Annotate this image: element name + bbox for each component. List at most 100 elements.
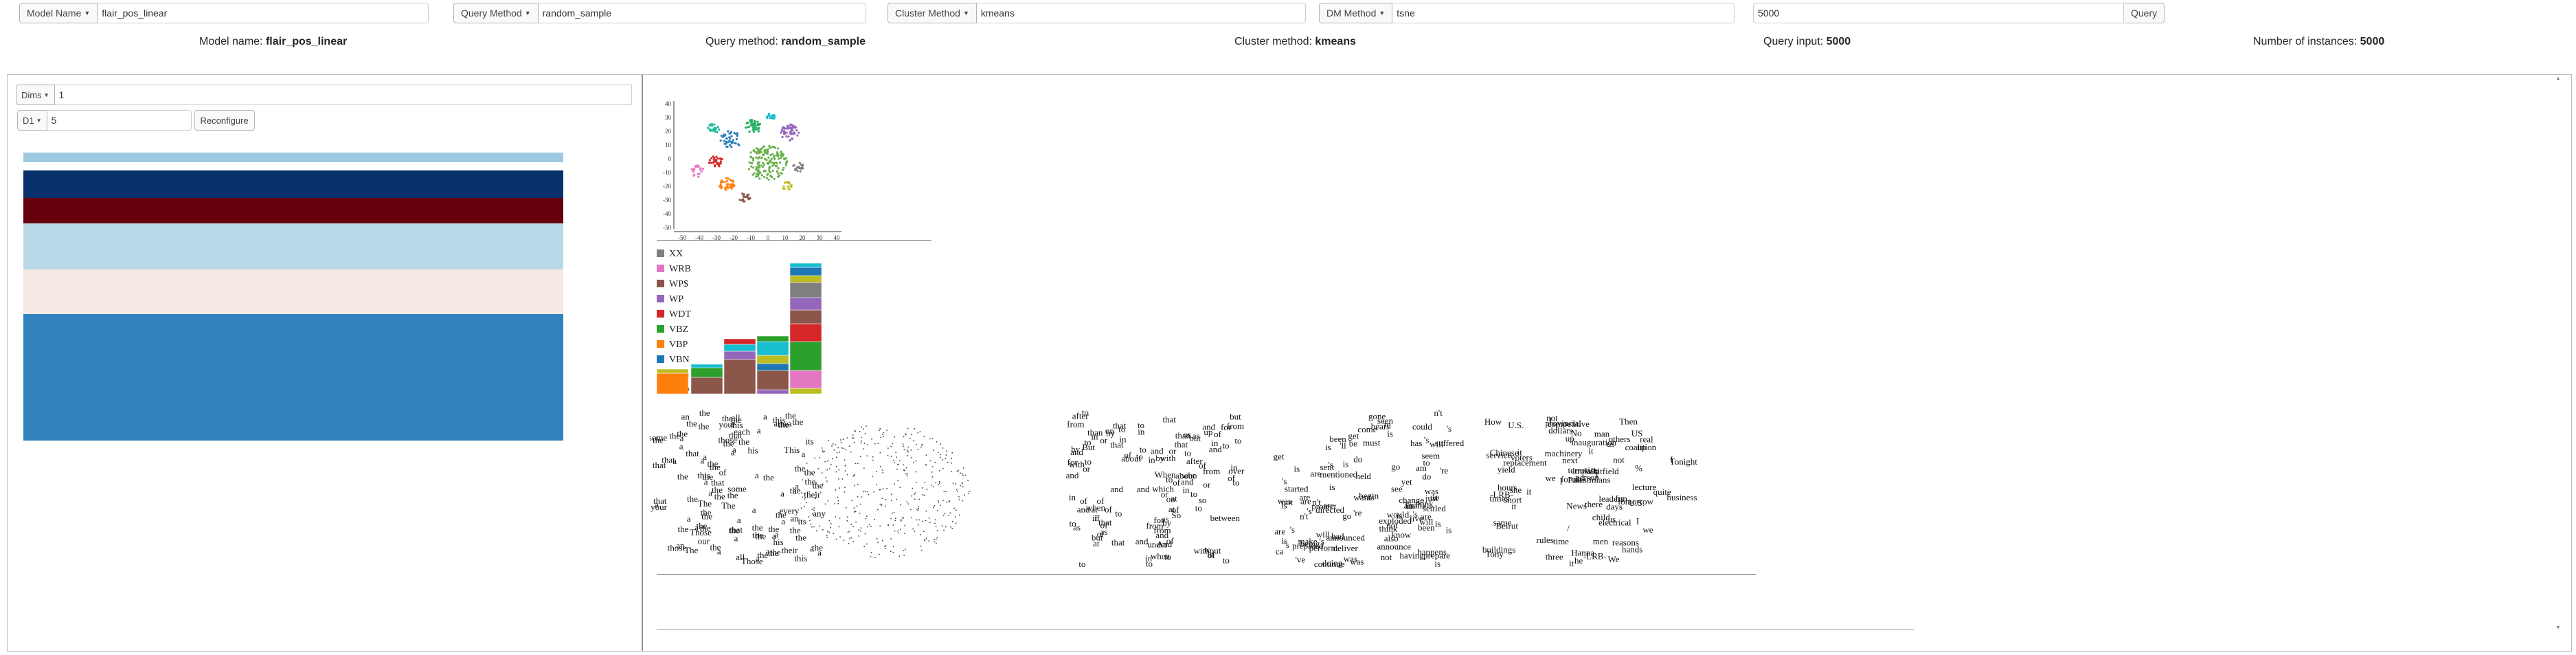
scroll-up-icon[interactable]: ▲ xyxy=(2555,76,2562,81)
token-point xyxy=(896,498,898,500)
token-point xyxy=(821,472,823,474)
cloud-word: his xyxy=(773,537,784,547)
token-point xyxy=(879,503,881,505)
token-point xyxy=(949,512,951,513)
cloud-word: to xyxy=(1184,448,1191,458)
cloud-word: We xyxy=(1608,554,1620,564)
token-point xyxy=(918,519,920,521)
token-point xyxy=(873,491,874,493)
token-point xyxy=(857,463,859,464)
token-point xyxy=(877,542,879,544)
token-point xyxy=(897,480,899,482)
token-point xyxy=(846,520,848,522)
cloud-word: we xyxy=(1546,473,1556,483)
token-point xyxy=(844,487,846,489)
dm-method-dropdown[interactable]: DM Method ▼ xyxy=(1319,3,1393,23)
cloud-word: the xyxy=(677,471,688,481)
dimension-heatmap xyxy=(23,153,563,441)
token-point xyxy=(877,509,879,511)
token-point xyxy=(931,484,933,486)
cluster-method-dropdown[interactable]: Cluster Method ▼ xyxy=(888,3,977,23)
token-point xyxy=(964,494,965,496)
cloud-word: a xyxy=(781,516,785,526)
token-point xyxy=(934,541,935,543)
scatter-point xyxy=(725,145,728,148)
scatter-point xyxy=(734,142,737,145)
token-point xyxy=(939,482,940,484)
cloud-word: -LRB- xyxy=(1583,551,1607,561)
bottom-divider xyxy=(657,629,1914,630)
scatter-point xyxy=(785,157,788,159)
query-count-input[interactable]: 5000 xyxy=(1753,3,2124,23)
y-tick-label: -40 xyxy=(663,210,671,217)
token-point xyxy=(846,516,848,518)
query-button[interactable]: Query xyxy=(2124,3,2165,23)
scatter-point xyxy=(718,128,721,131)
reconfigure-button[interactable]: Reconfigure xyxy=(194,110,255,131)
token-point xyxy=(956,471,958,472)
token-point xyxy=(935,526,937,528)
dims-input[interactable]: 1 xyxy=(54,85,632,105)
token-point xyxy=(844,459,846,460)
cloud-word: to xyxy=(1140,444,1146,454)
scatter-point xyxy=(758,122,761,126)
token-point xyxy=(849,537,850,540)
cloud-word: that xyxy=(653,496,667,506)
visualization-area: -50 -40 -30 -20 -10 0 10 20 30 40 40 30 20 10 0 -10 -20-… xyxy=(650,75,2563,651)
token-point xyxy=(865,518,867,520)
scatter-point xyxy=(800,164,803,166)
scatter-point xyxy=(762,163,766,166)
scatter-point xyxy=(723,140,725,142)
cloud-word: or xyxy=(1161,489,1169,499)
dm-method-input[interactable]: tsne xyxy=(1392,3,1735,23)
cloud-word: as xyxy=(1073,522,1081,533)
word-cloud: amiswillseem'sseeissufferedstartedareisa… xyxy=(1274,408,1465,569)
scroll-down-icon[interactable]: ▼ xyxy=(2555,625,2562,630)
cloud-word: but xyxy=(1189,433,1201,443)
heatmap-band xyxy=(23,153,563,162)
scatter-point xyxy=(796,166,799,169)
query-method-dropdown[interactable]: Query Method ▼ xyxy=(453,3,539,23)
bar-segment xyxy=(789,275,822,283)
scatter-point xyxy=(780,157,782,159)
d1-dropdown[interactable]: D1 ▼ xyxy=(17,110,47,131)
cluster-method-input[interactable]: kmeans xyxy=(976,3,1306,23)
cloud-word: between xyxy=(1210,513,1241,523)
token-point xyxy=(926,489,928,490)
cloud-word: had xyxy=(1331,531,1344,542)
cloud-word: must xyxy=(1363,438,1381,448)
token-point xyxy=(879,553,880,555)
scatter-point xyxy=(718,185,721,188)
dims-dropdown[interactable]: Dims ▼ xyxy=(16,85,55,105)
cloud-word: and xyxy=(1070,447,1083,457)
token-point xyxy=(961,482,963,484)
query-method-input[interactable]: random_sample xyxy=(538,3,866,23)
cloud-word: with xyxy=(1160,453,1177,463)
bar-segment xyxy=(756,389,789,395)
cloud-word: at xyxy=(1171,493,1177,504)
scatter-point xyxy=(710,157,713,159)
cloud-word: to xyxy=(1164,551,1171,562)
scatter-point xyxy=(756,152,758,155)
token-point xyxy=(837,496,839,498)
cloud-word: How xyxy=(1484,417,1502,427)
token-point xyxy=(838,526,840,528)
token-point xyxy=(824,460,826,463)
token-point xyxy=(854,474,855,476)
token-point xyxy=(931,438,934,439)
model-name-input[interactable]: flair_pos_linear xyxy=(98,3,429,23)
cloud-word: held xyxy=(1356,471,1372,481)
scatter-point xyxy=(719,162,722,164)
cloud-word: it xyxy=(1569,558,1574,568)
token-point xyxy=(855,463,857,465)
token-point xyxy=(903,436,905,438)
token-point xyxy=(857,496,859,498)
d1-input[interactable]: 5 xyxy=(47,110,192,131)
model-name-dropdown[interactable]: Model Name ▼ xyxy=(19,3,98,23)
scatter-point xyxy=(730,187,733,190)
vertical-scrollbar[interactable]: ▲ ▼ xyxy=(2555,76,2562,630)
scatter-point xyxy=(726,185,729,188)
scatter-point xyxy=(767,162,769,164)
token-point xyxy=(962,467,964,469)
word-cloud: antheatheThisathethethethisallasometheso… xyxy=(650,408,826,566)
